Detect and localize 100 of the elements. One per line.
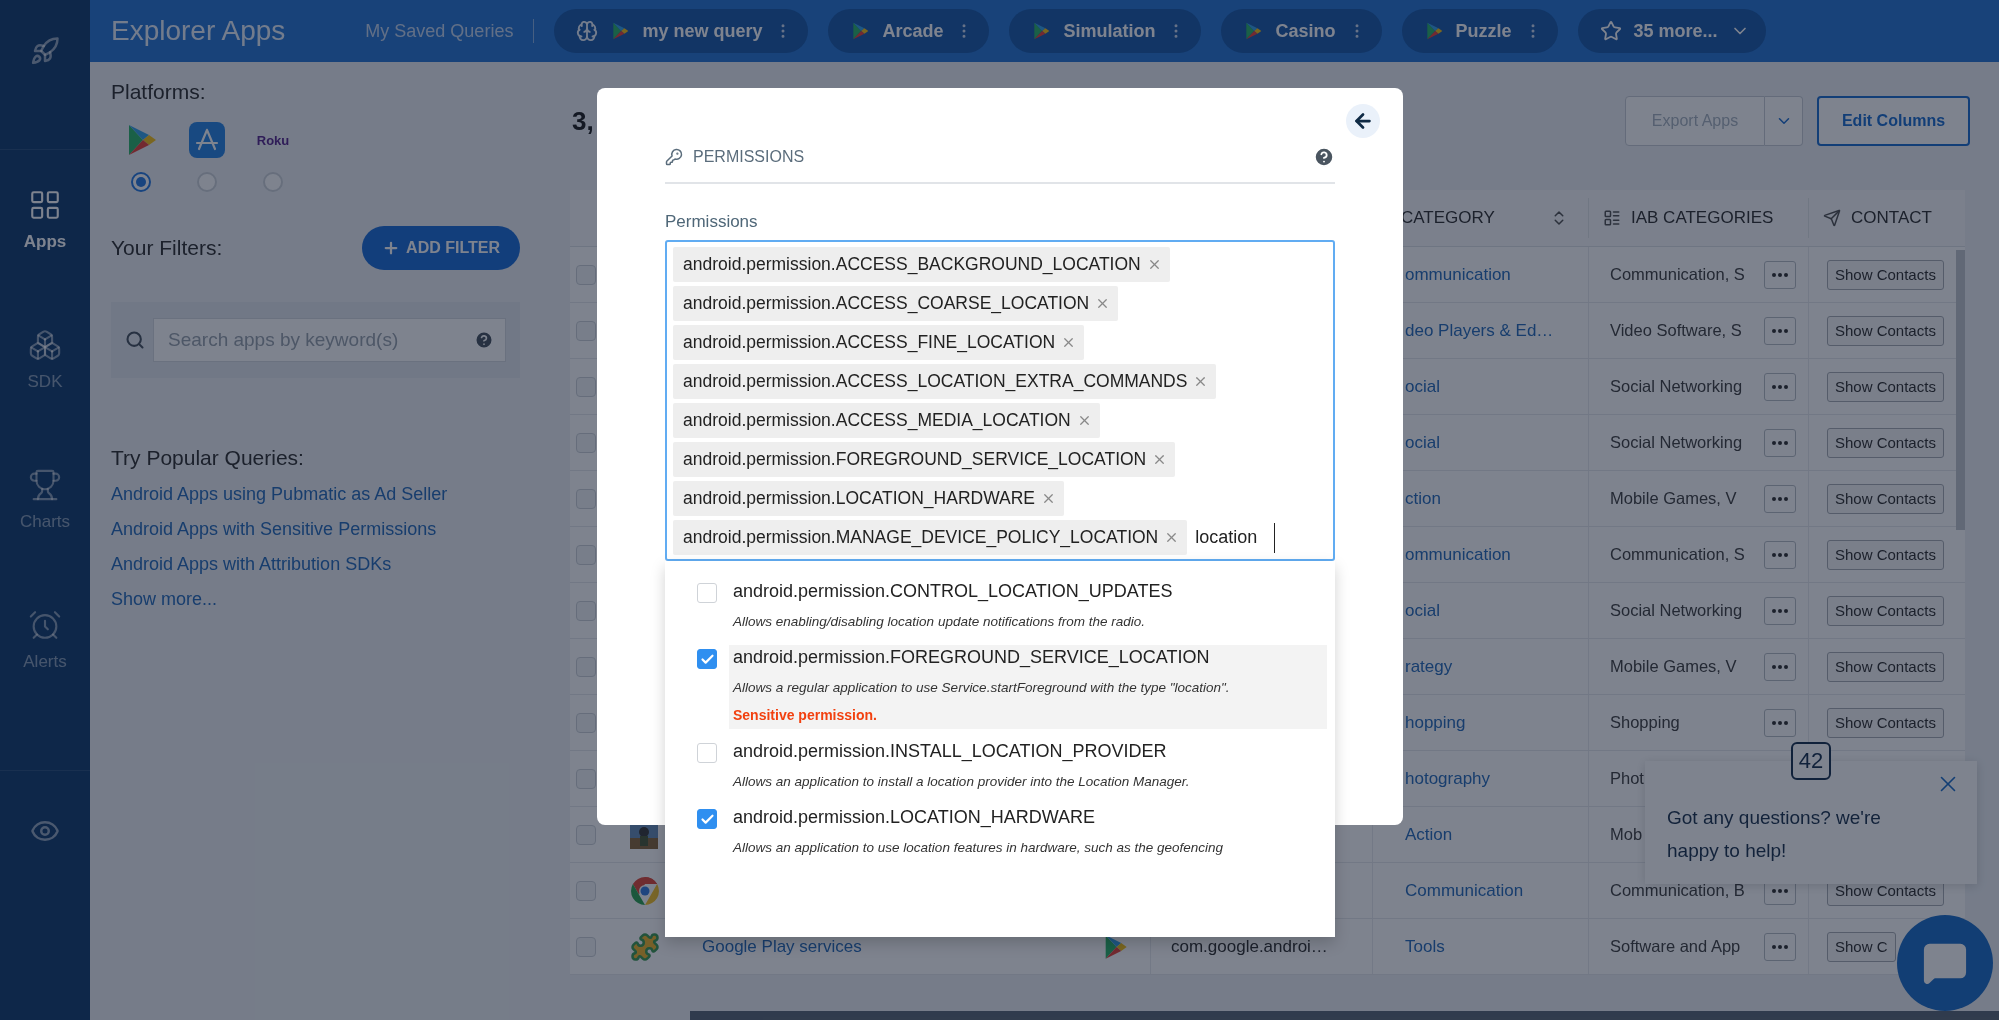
option-item[interactable]: android.permission.CONTROL_LOCATION_UPDATES Allows enabling/disabling location update notifications from the radio. [729, 579, 1327, 635]
ellipsis-icon [1772, 888, 1788, 893]
option-item[interactable]: android.permission.LOCATION_HARDWARE Allows an application to use location features in hardware, such as the geofencing [729, 805, 1327, 861]
option-item[interactable]: android.permission.FOREGROUND_SERVICE_LOCATION Allows a regular application to use Service.startForeground with the type "location". Sensitive permission. [729, 645, 1327, 729]
tag-label: android.permission.FOREGROUND_SERVICE_LOCATION [683, 449, 1147, 470]
section-title: Try Popular Queries: [111, 446, 305, 470]
row-checkbox[interactable] [576, 544, 596, 565]
saved-queries-label: My Saved Queries [365, 20, 514, 42]
more-button[interactable] [1764, 652, 1796, 681]
ellipsis-icon [1772, 720, 1788, 725]
checkbox[interactable] [697, 809, 717, 829]
more-button[interactable] [1764, 708, 1796, 737]
tag-label: android.permission.ACCESS_BACKGROUND_LOCATION [683, 254, 1141, 275]
back-button[interactable] [1346, 104, 1380, 138]
show-contacts-button[interactable]: Show Contacts [1827, 427, 1944, 458]
row-checkbox[interactable] [576, 488, 596, 509]
show-contacts-button[interactable]: Show Contacts [1827, 371, 1944, 402]
chat-button[interactable] [1897, 915, 1993, 1011]
app-store-icon [189, 122, 225, 158]
more-button[interactable] [1764, 372, 1796, 401]
ellipsis-icon [1772, 664, 1788, 669]
checkbox[interactable] [697, 583, 717, 603]
row-checkbox[interactable] [576, 936, 596, 957]
more-button[interactable] [1764, 484, 1796, 513]
query-link[interactable]: Android Apps with Sensitive Permissions [111, 519, 520, 540]
category-link[interactable]: Tools [1373, 936, 1445, 957]
table-cell-text: Shopping [1609, 713, 1680, 732]
row-checkbox[interactable] [576, 712, 596, 733]
permissions-field[interactable] [665, 240, 1335, 561]
scrollbar[interactable] [690, 1011, 1999, 1020]
app-title: Explorer Apps [111, 15, 286, 47]
column-header: CATEGORY [1401, 208, 1495, 228]
more-button[interactable] [1764, 316, 1796, 345]
arrow-left-icon [1352, 110, 1374, 132]
table-cell-text: Phot [1609, 769, 1644, 788]
more-button[interactable] [1764, 596, 1796, 625]
show-contacts-button[interactable]: Show Contacts [1827, 259, 1944, 290]
table-cell-text: Mobile Games, V [1609, 489, 1737, 508]
scrollbar[interactable] [1956, 250, 1965, 530]
more-button[interactable] [1764, 428, 1796, 457]
query-link[interactable]: Android Apps using Pubmatic as Ad Seller [111, 484, 520, 505]
table-cell-text: Social Networking [1609, 601, 1743, 620]
row-checkbox[interactable] [576, 600, 596, 621]
query-link[interactable]: Android Apps with Attribution SDKs [111, 554, 520, 575]
edit-columns-button[interactable]: Edit Columns [1817, 96, 1970, 146]
sensitive-note: Sensitive permission. [733, 707, 878, 723]
puzzle-icon [630, 931, 660, 962]
row-checkbox[interactable] [576, 880, 596, 901]
table-cell-text: Video Software, S [1609, 321, 1742, 340]
row-checkbox[interactable] [576, 320, 596, 341]
table-cell-text: Software and App [1609, 937, 1741, 956]
show-contacts-button[interactable]: Show Contacts [1827, 315, 1944, 346]
more-button[interactable] [1764, 932, 1796, 961]
add-filter-button[interactable]: ADD FILTER [362, 226, 520, 270]
search-icon [125, 330, 145, 350]
option-description: Allows enabling/disabling location update notifications from the radio. [733, 614, 1146, 629]
nav-item[interactable]: Apps [0, 150, 90, 290]
help-icon[interactable] [1313, 146, 1335, 168]
section-title: Your Filters: [111, 236, 223, 260]
table-cell-text: Mobile Games, V [1609, 657, 1737, 676]
show-contacts-button[interactable]: Show Contacts [1827, 483, 1944, 514]
field-label: Permissions [665, 212, 759, 232]
list-icon [1603, 209, 1621, 227]
checkbox[interactable] [697, 743, 717, 763]
option-description: Allows a regular application to use Service.startForeground with the type "location". [733, 680, 1231, 695]
column-header: IAB CATEGORIES [1631, 208, 1774, 228]
checkbox[interactable] [697, 649, 717, 669]
more-button[interactable] [1764, 260, 1796, 289]
radio-button[interactable] [131, 172, 151, 192]
tag-label: android.permission.ACCESS_MEDIA_LOCATION [683, 410, 1071, 431]
option-item[interactable]: android.permission.INSTALL_LOCATION_PROVIDER Allows an application to install a location provider into the Location Manager. [729, 739, 1327, 795]
grid-icon [28, 188, 62, 222]
row-checkbox[interactable] [576, 376, 596, 397]
ellipsis-icon [1772, 496, 1788, 501]
row-checkbox[interactable] [576, 768, 596, 789]
row-checkbox[interactable] [576, 656, 596, 677]
table-cell-text: Social Networking [1609, 433, 1743, 452]
row-checkbox[interactable] [576, 824, 596, 845]
show-more-link[interactable]: Show more... [111, 589, 520, 610]
category-link[interactable]: Action [1373, 824, 1453, 845]
show-contacts-button[interactable]: Show Contacts [1827, 651, 1944, 682]
play-store-icon [1031, 21, 1052, 41]
result-count: 3, [571, 105, 594, 137]
option-description: Allows an application to install a location provider into the Location Manager. [733, 774, 1191, 789]
show-contacts-button[interactable]: Show Contacts [1827, 595, 1944, 626]
category-link[interactable]: Communication [1373, 880, 1524, 901]
row-checkbox[interactable] [576, 432, 596, 453]
table-cell-text: Communication, S [1609, 265, 1745, 284]
tag-input[interactable]: location [1193, 522, 1276, 553]
star-icon [1599, 20, 1622, 42]
table-cell-text: Communication, S [1609, 545, 1745, 564]
app-name-link[interactable]: Google Play services [702, 936, 862, 957]
option-description: Allows an application to use location features in hardware, such as the geofencing [733, 840, 1225, 855]
show-contacts-button[interactable]: Show C [1827, 931, 1896, 962]
show-contacts-button[interactable]: Show Contacts [1827, 539, 1944, 570]
tag-label: android.permission.ACCESS_COARSE_LOCATION [683, 293, 1090, 314]
ellipsis-icon [1772, 272, 1788, 277]
row-checkbox[interactable] [576, 264, 596, 285]
more-button[interactable] [1764, 540, 1796, 569]
show-contacts-button[interactable]: Show Contacts [1827, 707, 1944, 738]
